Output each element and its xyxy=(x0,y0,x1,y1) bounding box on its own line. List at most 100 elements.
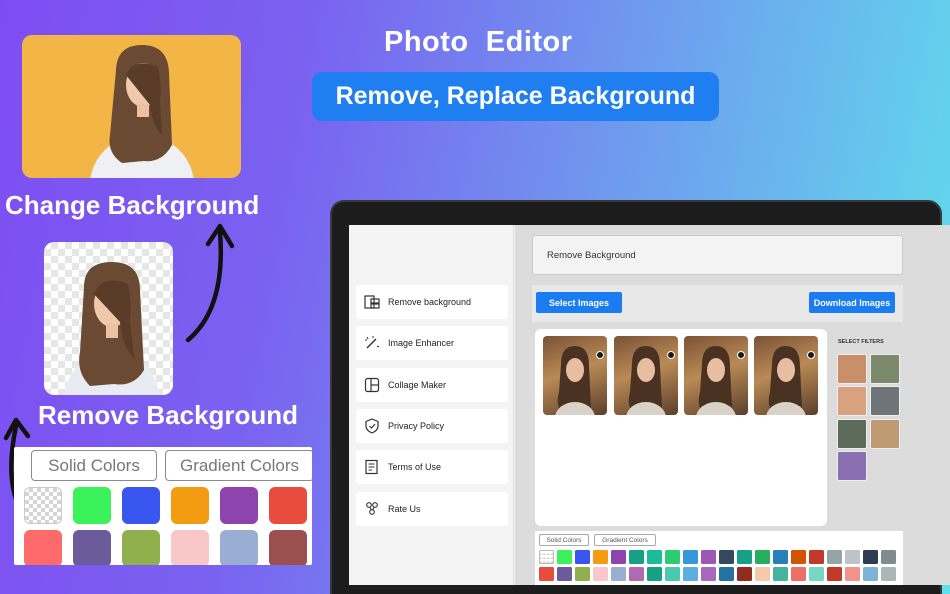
color-swatch[interactable] xyxy=(220,487,258,524)
filter-thumbnail[interactable] xyxy=(837,451,867,481)
remove-image-icon[interactable] xyxy=(596,351,604,359)
color-swatch-panel: Solid Colors Gradient Colors xyxy=(14,447,312,565)
color-swatch[interactable] xyxy=(737,567,752,581)
color-swatch[interactable] xyxy=(773,550,788,564)
image-thumbnail[interactable] xyxy=(543,336,607,415)
color-swatch[interactable] xyxy=(809,550,824,564)
magic-wand-icon xyxy=(365,336,380,349)
change-background-preview xyxy=(22,35,241,178)
gradient-colors-tab[interactable]: Gradient Colors xyxy=(165,450,312,481)
filter-thumbnail[interactable] xyxy=(837,354,867,384)
color-swatch[interactable] xyxy=(611,567,626,581)
filter-thumbnail[interactable] xyxy=(870,386,900,416)
sidebar-item-terms-of-use[interactable]: Terms of Use xyxy=(356,450,508,484)
filter-thumbnail[interactable] xyxy=(837,386,867,416)
download-images-button[interactable]: Download Images xyxy=(809,292,895,313)
color-swatch[interactable] xyxy=(539,567,554,581)
remove-image-icon[interactable] xyxy=(667,351,675,359)
color-swatch[interactable] xyxy=(557,550,572,564)
color-swatch[interactable] xyxy=(73,487,111,524)
color-swatch[interactable] xyxy=(122,487,160,524)
sidebar-item-image-enhancer[interactable]: Image Enhancer xyxy=(356,326,508,360)
app-screen: Remove background Image Enhancer Collage… xyxy=(349,225,950,585)
color-swatch[interactable] xyxy=(647,567,662,581)
portrait-image xyxy=(766,346,806,415)
remove-image-icon[interactable] xyxy=(737,351,745,359)
color-swatch[interactable] xyxy=(220,530,258,565)
color-swatch[interactable] xyxy=(575,567,590,581)
sidebar-item-rate-us[interactable]: Rate Us xyxy=(356,492,508,526)
color-swatch[interactable] xyxy=(791,567,806,581)
color-swatch[interactable] xyxy=(269,530,307,565)
color-swatch[interactable] xyxy=(575,550,590,564)
app-solid-colors-tab[interactable]: Solid Colors xyxy=(539,534,589,546)
color-swatch[interactable] xyxy=(863,550,878,564)
color-swatch[interactable] xyxy=(611,550,626,564)
color-swatch[interactable] xyxy=(665,550,680,564)
color-swatch[interactable] xyxy=(719,550,734,564)
app-gradient-colors-tab[interactable]: Gradient Colors xyxy=(594,534,656,546)
image-thumbnail[interactable] xyxy=(754,336,818,415)
color-swatch[interactable] xyxy=(122,530,160,565)
color-swatch[interactable] xyxy=(171,487,209,524)
remove-background-label: Remove Background xyxy=(38,400,299,430)
color-swatch[interactable] xyxy=(719,567,734,581)
color-swatch[interactable] xyxy=(683,567,698,581)
color-swatch[interactable] xyxy=(827,567,842,581)
color-swatch[interactable] xyxy=(863,567,878,581)
sidebar-item-label: Rate Us xyxy=(388,504,421,514)
color-swatch[interactable] xyxy=(629,567,644,581)
color-swatch[interactable] xyxy=(629,550,644,564)
color-swatch[interactable] xyxy=(24,530,62,565)
document-icon xyxy=(365,459,378,475)
curved-arrow-up-icon xyxy=(185,223,235,343)
change-background-label: Change Background xyxy=(5,190,260,220)
transparent-swatch[interactable] xyxy=(539,550,554,564)
sidebar-item-privacy-policy[interactable]: Privacy Policy xyxy=(356,409,508,443)
layers-icon xyxy=(364,295,380,309)
color-swatch[interactable] xyxy=(881,567,896,581)
color-swatch[interactable] xyxy=(845,567,860,581)
color-swatch[interactable] xyxy=(701,550,716,564)
app-color-swatch-panel: Solid Colors Gradient Colors xyxy=(535,531,903,585)
app-swatch-grid xyxy=(539,550,896,581)
color-swatch[interactable] xyxy=(881,550,896,564)
color-swatch[interactable] xyxy=(593,550,608,564)
filter-thumbnail[interactable] xyxy=(870,419,900,449)
headline-title: Photo Editor xyxy=(384,26,573,58)
color-swatch[interactable] xyxy=(827,550,842,564)
color-swatch[interactable] xyxy=(755,550,770,564)
solid-colors-tab[interactable]: Solid Colors xyxy=(31,450,157,481)
color-swatch[interactable] xyxy=(593,567,608,581)
filter-thumbnail[interactable] xyxy=(837,419,867,449)
color-swatch[interactable] xyxy=(683,550,698,564)
sidebar-item-remove-background[interactable]: Remove background xyxy=(356,285,508,319)
color-swatch[interactable] xyxy=(737,550,752,564)
color-swatch[interactable] xyxy=(773,567,788,581)
color-swatch[interactable] xyxy=(73,530,111,565)
color-swatch[interactable] xyxy=(557,567,572,581)
image-thumbnail[interactable] xyxy=(614,336,678,415)
sidebar-item-collage-maker[interactable]: Collage Maker xyxy=(356,368,508,402)
collage-icon xyxy=(364,377,380,393)
color-swatch[interactable] xyxy=(845,550,860,564)
portrait-image xyxy=(696,346,736,415)
remove-image-icon[interactable] xyxy=(807,351,815,359)
sidebar-item-label: Terms of Use xyxy=(388,462,442,472)
color-swatch[interactable] xyxy=(647,550,662,564)
color-swatch[interactable] xyxy=(701,567,716,581)
transparent-swatch[interactable] xyxy=(24,487,62,524)
image-thumbnail[interactable] xyxy=(684,336,748,415)
color-swatch[interactable] xyxy=(791,550,806,564)
swatch-grid xyxy=(24,487,312,565)
color-swatch[interactable] xyxy=(269,487,307,524)
rate-icon xyxy=(366,502,378,515)
filter-thumbnail[interactable] xyxy=(870,354,900,384)
select-images-button[interactable]: Select Images xyxy=(536,292,622,313)
color-swatch[interactable] xyxy=(809,567,824,581)
color-swatch[interactable] xyxy=(171,530,209,565)
remove-background-preview xyxy=(44,242,173,395)
color-swatch[interactable] xyxy=(755,567,770,581)
sidebar-item-label: Remove background xyxy=(388,297,472,307)
color-swatch[interactable] xyxy=(665,567,680,581)
